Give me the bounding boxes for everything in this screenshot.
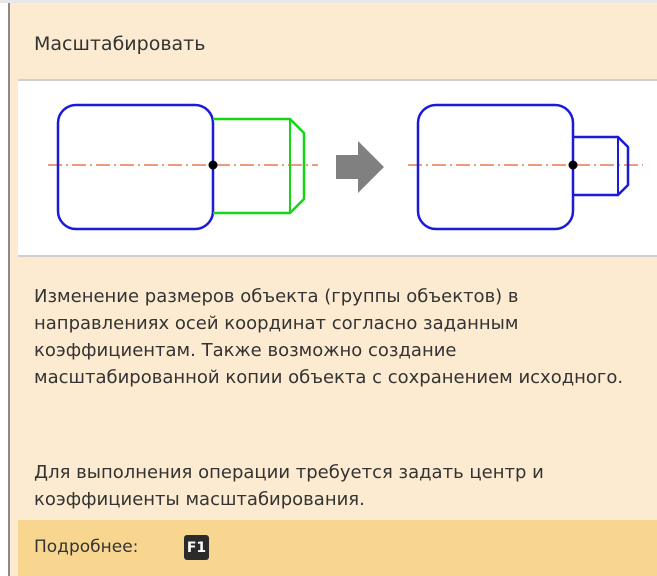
base-shape-right bbox=[416, 103, 575, 231]
more-info-label: Подробнее: bbox=[34, 537, 139, 557]
tooltip-description: Изменение размеров объекта (группы объек… bbox=[34, 286, 624, 388]
tooltip-title: Масштабировать bbox=[34, 33, 206, 55]
scaled-part-result bbox=[573, 135, 630, 197]
scale-illustration-svg bbox=[48, 103, 643, 231]
right-arrow-icon bbox=[336, 141, 384, 193]
tooltip-footer: Подробнее: F1 bbox=[18, 520, 657, 576]
scale-illustration bbox=[18, 79, 657, 257]
tooltip-requirement: Для выполнения операции требуется задать… bbox=[34, 462, 544, 510]
f1-key-icon[interactable]: F1 bbox=[184, 535, 209, 560]
scale-center-left bbox=[208, 160, 218, 170]
base-shape-left bbox=[56, 103, 215, 231]
tooltip-panel: Масштабировать Изменение размеров объект… bbox=[8, 3, 657, 576]
scale-center-right bbox=[568, 160, 578, 170]
